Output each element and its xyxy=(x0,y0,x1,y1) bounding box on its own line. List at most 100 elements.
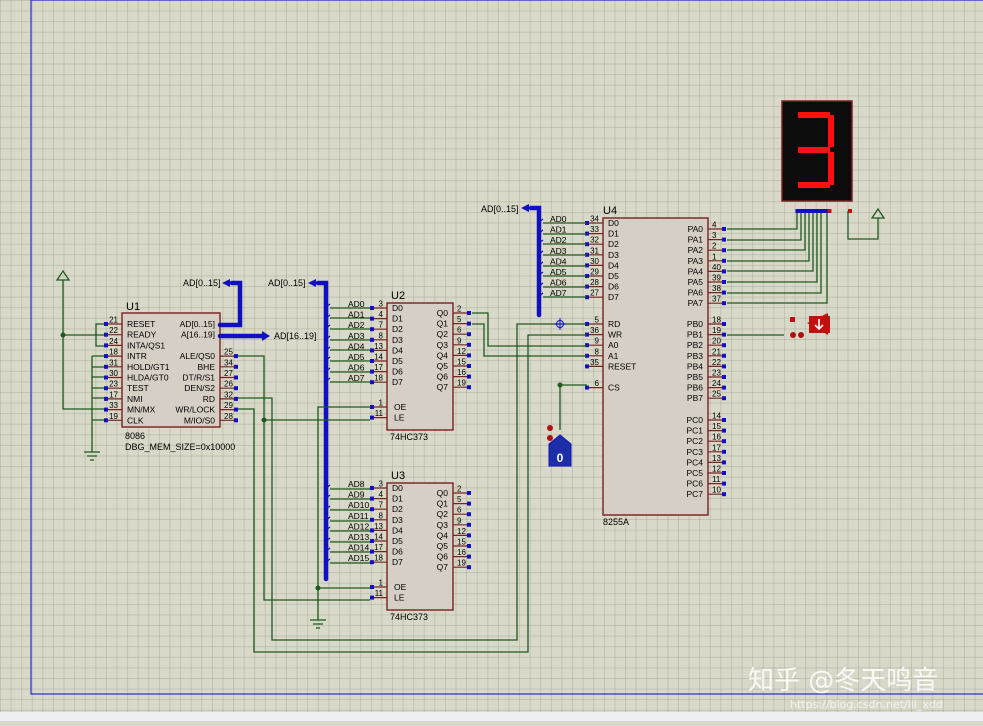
u2-out-19-end[interactable] xyxy=(467,385,471,390)
u2-ctl-end-1[interactable] xyxy=(370,415,374,420)
u1-pin-23-end[interactable] xyxy=(104,386,108,391)
u4-pc-14-name: PC0 xyxy=(686,415,703,425)
u4-pb-19-name: PB1 xyxy=(687,330,703,340)
u4-pc-13-end[interactable] xyxy=(722,460,726,465)
u2-in-num-0: 3 xyxy=(379,300,384,309)
u1-pin-31-end[interactable] xyxy=(104,364,108,369)
u4-pc-11-end[interactable] xyxy=(722,481,726,486)
u2-out-19-number: 19 xyxy=(457,379,466,388)
chip-u2[interactable]: U2 74HC373 3 D0AD04 D1AD17 D2AD28 D3AD313 D4A… xyxy=(348,290,471,442)
u4-pa-4-end[interactable] xyxy=(722,227,726,231)
u3-out-16-end[interactable] xyxy=(467,554,471,559)
chip-u3[interactable]: U3 74HC373 3 D0 AD8 4 D1 AD9 7 D2 AD10 8 D3 AD11 13 D… xyxy=(348,470,471,622)
u4-pa-38-end[interactable] xyxy=(722,290,726,295)
u1-pin-26-end[interactable] xyxy=(234,386,238,391)
u4-pc-14-end[interactable] xyxy=(722,418,726,422)
u3-ctl-end-0[interactable] xyxy=(370,585,374,589)
u3-out-9-end[interactable] xyxy=(467,522,471,527)
u1-pin-18-end[interactable] xyxy=(104,354,108,359)
u1-pin-27-end[interactable] xyxy=(234,375,238,380)
u2-in-end-1[interactable] xyxy=(370,316,374,321)
u1-pin-24-end[interactable] xyxy=(104,343,108,348)
u2-ctl-end-0[interactable] xyxy=(370,405,374,409)
u1-pin-19-end[interactable] xyxy=(104,418,108,423)
u1-pin-30-end[interactable] xyxy=(104,375,108,380)
display-pin-6[interactable] xyxy=(819,209,824,213)
u4-pa-1-end[interactable] xyxy=(722,258,726,263)
u2-in-end-2[interactable] xyxy=(370,327,374,332)
u3-out-6-end[interactable] xyxy=(467,512,471,517)
u3-in-end-1[interactable] xyxy=(370,496,374,501)
u4-pb-20-end[interactable] xyxy=(722,343,726,348)
u4-pb-20-number: 20 xyxy=(712,337,721,346)
u3-out-5-end[interactable] xyxy=(467,501,471,506)
u1-pin-22-end[interactable] xyxy=(104,332,108,337)
u4-pb-23-end[interactable] xyxy=(722,375,726,379)
u3-out-12-end[interactable] xyxy=(467,533,471,538)
u2-out-9-end[interactable] xyxy=(467,342,471,347)
u4-pb-24-end[interactable] xyxy=(722,385,726,390)
u4-pc-12-number: 12 xyxy=(712,465,721,474)
u3-out-19-end[interactable] xyxy=(467,565,471,570)
u3-out-15-number: 15 xyxy=(457,538,466,547)
u2-out-12-end[interactable] xyxy=(467,353,471,358)
u4-pa-40-end[interactable] xyxy=(722,269,726,274)
u3-in-end-2[interactable] xyxy=(370,507,374,512)
chip-u4[interactable]: U4 8255A 34 D0AD033 D1AD132 D2AD231 D3AD330 D… xyxy=(550,205,726,527)
u4-pa-3-end[interactable] xyxy=(722,237,726,242)
u4-pc-15-end[interactable] xyxy=(722,428,726,433)
u3-out-2-end[interactable] xyxy=(467,491,471,495)
u4-pa-39-end[interactable] xyxy=(722,280,726,284)
u2-out-15-end[interactable] xyxy=(467,364,471,368)
u4-d-32-number: 32 xyxy=(590,236,599,245)
schematic-canvas[interactable]: U1 8086 DBG_MEM_SIZE=0x10000 21 RESET 22 RE… xyxy=(0,0,983,721)
u4-pc-17-end[interactable] xyxy=(722,449,726,454)
u4-pc-10-end[interactable] xyxy=(722,492,726,497)
bus-arrow-ad015-b xyxy=(308,279,316,287)
u2-out-6-end[interactable] xyxy=(467,332,471,337)
u2-out-5-end[interactable] xyxy=(467,321,471,326)
u4-pb-19-end[interactable] xyxy=(722,332,726,337)
u2-out-2-end[interactable] xyxy=(467,311,471,315)
u2-out-16-end[interactable] xyxy=(467,374,471,379)
u4-pc-16-end[interactable] xyxy=(722,439,726,444)
u3-ctl-end-1[interactable] xyxy=(370,595,374,600)
u4-pc-11-number: 11 xyxy=(712,475,721,484)
chip-u1[interactable]: U1 8086 DBG_MEM_SIZE=0x10000 21 RESET 22 RE… xyxy=(104,301,238,452)
logic-state-cs[interactable]: 0 xyxy=(547,425,572,467)
u1-pin-34-end[interactable] xyxy=(234,364,238,369)
u4-ctl-35-end[interactable] xyxy=(585,364,589,369)
display-pin-5[interactable] xyxy=(815,209,820,213)
u1-pin-25-end[interactable] xyxy=(234,354,238,359)
u3-out-15-end[interactable] xyxy=(467,544,471,548)
push-switch[interactable] xyxy=(790,313,830,338)
u4-pb-22-end[interactable] xyxy=(722,364,726,369)
u4-pc-12-end[interactable] xyxy=(722,471,726,475)
u4-ctl-6-end[interactable] xyxy=(585,385,589,390)
u4-pb-25-end[interactable] xyxy=(722,396,726,401)
display-pin-2[interactable] xyxy=(803,209,808,213)
u1-pin-33-end[interactable] xyxy=(104,407,108,412)
u4-pb-21-end[interactable] xyxy=(722,353,726,358)
display-pin-7[interactable] xyxy=(823,209,828,213)
display-pin-4[interactable] xyxy=(811,209,816,213)
u2-out-9-number: 9 xyxy=(457,336,462,345)
display-pin-8[interactable] xyxy=(827,209,832,213)
u1-pin-32-end[interactable] xyxy=(234,396,238,401)
u4-pb-18-end[interactable] xyxy=(722,322,726,326)
display-pin-0[interactable] xyxy=(795,209,800,213)
u4-pa-2-end[interactable] xyxy=(722,248,726,253)
u2-in-end-0[interactable] xyxy=(370,306,374,310)
u3-in-end-0[interactable] xyxy=(370,486,374,490)
display-common-pin[interactable] xyxy=(848,209,852,213)
u1-pin-17-end[interactable] xyxy=(104,396,108,401)
seven-segment-display: 3 xyxy=(781,100,853,213)
display-pin-3[interactable] xyxy=(807,209,812,213)
u3-out-9-number: 9 xyxy=(457,516,462,525)
u1-pin-29-end[interactable] xyxy=(234,407,238,412)
u4-pa-1-name: PA3 xyxy=(688,256,704,266)
u1-pin-21-end[interactable] xyxy=(104,322,108,326)
display-pin-1[interactable] xyxy=(799,209,804,213)
u1-pin-28-end[interactable] xyxy=(234,418,238,423)
u4-pa-37-end[interactable] xyxy=(722,301,726,306)
